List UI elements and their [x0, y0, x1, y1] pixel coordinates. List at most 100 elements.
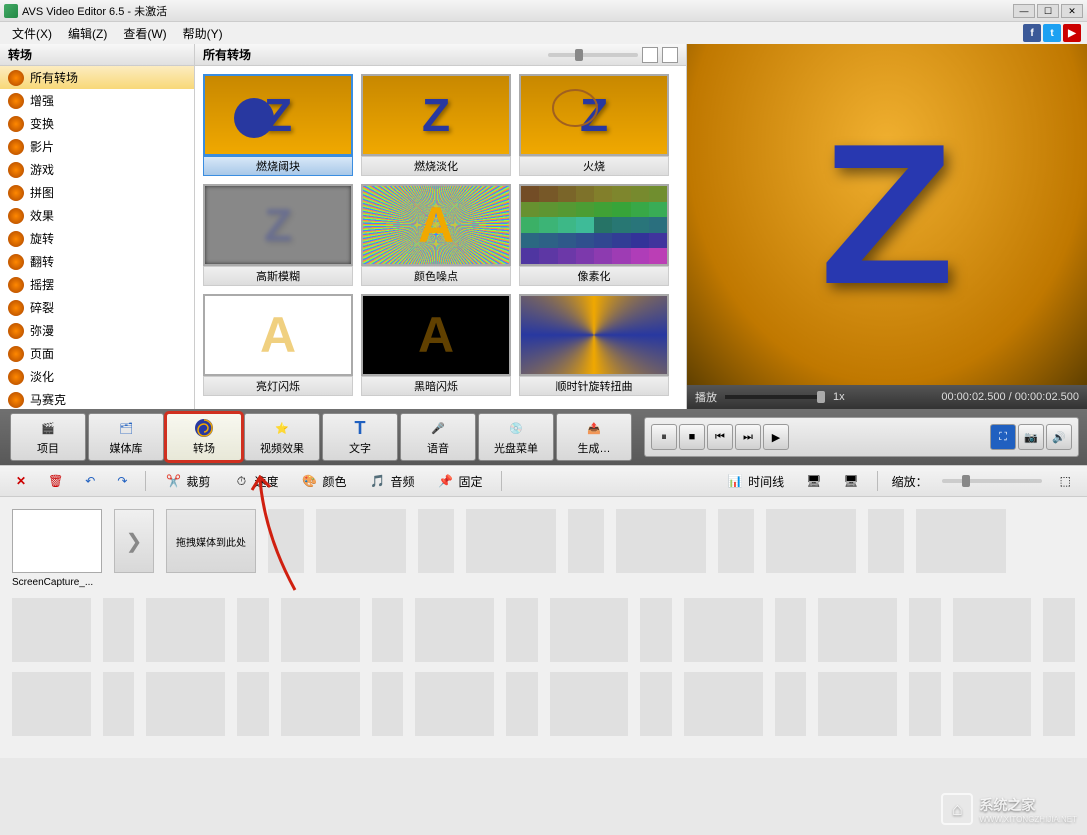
color-button[interactable]: 🎨颜色 — [296, 471, 350, 492]
view-mode-2[interactable]: 🖥 — [839, 472, 862, 490]
category-list[interactable]: 所有转场增强变换影片游戏拼图效果旋转翻转摇摆碎裂弥漫页面淡化马赛克 — [0, 66, 194, 409]
tab-text[interactable]: T 文字 — [322, 413, 398, 461]
stop-button[interactable]: ■ — [679, 424, 705, 450]
category-item[interactable]: 变换 — [0, 112, 194, 135]
speed-button[interactable]: ⏱速度 — [228, 471, 282, 492]
redo-button[interactable]: ↷ — [113, 472, 131, 490]
category-item[interactable]: 马赛克 — [0, 388, 194, 409]
placeholder — [684, 598, 763, 662]
clip-thumbnail[interactable] — [12, 509, 102, 573]
view-list-button[interactable] — [662, 47, 678, 63]
menu-help[interactable]: 帮助(Y) — [177, 23, 229, 44]
category-item[interactable]: 增强 — [0, 89, 194, 112]
transition-thumb[interactable]: Z高斯模糊 — [203, 184, 353, 286]
zoom-fit-button[interactable]: ⬚ — [1056, 472, 1075, 490]
undo-button[interactable]: ↶ — [81, 472, 99, 490]
menu-edit[interactable]: 编辑(Z) — [62, 23, 113, 44]
delete-button[interactable]: ✕ — [12, 472, 30, 490]
thumb-label: 颜色噪点 — [361, 266, 511, 286]
thumb-label: 顺时针旋转扭曲 — [519, 376, 669, 396]
thumb-preview: A — [203, 294, 353, 376]
zoom-slider[interactable] — [942, 479, 1042, 483]
transition-thumb[interactable]: 顺时针旋转扭曲 — [519, 294, 669, 396]
youtube-icon[interactable]: ▶ — [1063, 24, 1081, 42]
placeholder — [818, 598, 897, 662]
tab-voice[interactable]: 🎤 语音 — [400, 413, 476, 461]
category-item[interactable]: 摇摆 — [0, 273, 194, 296]
tab-library[interactable]: 🗂 媒体库 — [88, 413, 164, 461]
category-item[interactable]: 页面 — [0, 342, 194, 365]
category-item[interactable]: 淡化 — [0, 365, 194, 388]
category-item[interactable]: 翻转 — [0, 250, 194, 273]
placeholder — [418, 509, 454, 573]
snapshot-button[interactable]: 📷 — [1018, 424, 1044, 450]
crop-button[interactable]: ✂️裁剪 — [160, 471, 214, 492]
category-label: 弥漫 — [30, 322, 54, 339]
category-item[interactable]: 旋转 — [0, 227, 194, 250]
thumb-preview — [519, 294, 669, 376]
maximize-button[interactable]: ☐ — [1037, 4, 1059, 18]
star-icon: ⭐ — [270, 418, 294, 438]
tab-effects[interactable]: ⭐ 视频效果 — [244, 413, 320, 461]
category-item[interactable]: 游戏 — [0, 158, 194, 181]
audio-button[interactable]: 🎵音频 — [364, 471, 418, 492]
category-item[interactable]: 碎裂 — [0, 296, 194, 319]
minimize-button[interactable]: — — [1013, 4, 1035, 18]
fullscreen-button[interactable]: ⛶ — [990, 424, 1016, 450]
twitter-icon[interactable]: t — [1043, 24, 1061, 42]
menu-file[interactable]: 文件(X) — [6, 23, 58, 44]
close-button[interactable]: ✕ — [1061, 4, 1083, 18]
palette-icon: 🎨 — [300, 473, 318, 489]
thumb-label: 像素化 — [519, 266, 669, 286]
category-item[interactable]: 弥漫 — [0, 319, 194, 342]
drop-zone[interactable]: 拖拽媒体到此处 — [166, 509, 256, 573]
category-item[interactable]: 效果 — [0, 204, 194, 227]
main-toolbar: 🎬 项目 🗂 媒体库 转场 ⭐ 视频效果 T 文字 🎤 语音 💿 光盘菜单 📤 … — [0, 409, 1087, 465]
folder-icon — [8, 323, 24, 339]
tab-produce[interactable]: 📤 生成… — [556, 413, 632, 461]
category-item[interactable]: 所有转场 — [0, 66, 194, 89]
category-item[interactable]: 拼图 — [0, 181, 194, 204]
placeholder — [775, 598, 807, 662]
prev-button[interactable]: ⏮ — [707, 424, 733, 450]
category-item[interactable]: 影片 — [0, 135, 194, 158]
volume-button[interactable]: 🔊 — [1046, 424, 1072, 450]
menu-view[interactable]: 查看(W) — [117, 23, 172, 44]
tab-disc[interactable]: 💿 光盘菜单 — [478, 413, 554, 461]
speed-slider[interactable] — [725, 395, 825, 399]
delete-all-button[interactable]: 🗑 — [44, 472, 67, 490]
facebook-icon[interactable]: f — [1023, 24, 1041, 42]
next-button[interactable]: ⏭ — [735, 424, 761, 450]
folder-icon — [8, 277, 24, 293]
transition-thumb[interactable]: Z火烧 — [519, 74, 669, 176]
transition-thumb[interactable]: A颜色噪点 — [361, 184, 511, 286]
time-display: 00:00:02.500 / 00:00:02.500 — [941, 391, 1079, 403]
pause-button[interactable]: ⏸ — [651, 424, 677, 450]
transition-thumb[interactable]: Z燃烧阈块 — [203, 74, 353, 176]
lock-button[interactable]: 📌固定 — [432, 471, 486, 492]
thumb-size-slider[interactable] — [548, 53, 638, 57]
view-mode-1[interactable]: 🖥 — [802, 472, 825, 490]
transition-slot[interactable]: ❯ — [114, 509, 154, 573]
view-thumbnails-button[interactable] — [642, 47, 658, 63]
tab-project[interactable]: 🎬 项目 — [10, 413, 86, 461]
transition-thumb[interactable]: 像素化 — [519, 184, 669, 286]
timeline-view-button[interactable]: 📊时间线 — [722, 471, 788, 492]
transition-thumb[interactable]: A黑暗闪烁 — [361, 294, 511, 396]
folder-icon — [8, 70, 24, 86]
transition-thumb[interactable]: Z燃烧淡化 — [361, 74, 511, 176]
category-label: 摇摆 — [30, 276, 54, 293]
placeholder — [1043, 672, 1075, 736]
play-button[interactable]: ▶ — [763, 424, 789, 450]
transition-thumb[interactable]: A亮灯闪烁 — [203, 294, 353, 396]
spiral-icon — [192, 418, 216, 438]
placeholder — [568, 509, 604, 573]
pin-icon: 📌 — [436, 473, 454, 489]
thumb-label: 黑暗闪烁 — [361, 376, 511, 396]
preview-video[interactable]: Z — [687, 44, 1087, 385]
thumb-label: 高斯模糊 — [203, 266, 353, 286]
storyboard[interactable]: ScreenCapture_... ❯ 拖拽媒体到此处 — [0, 497, 1087, 758]
tab-transitions[interactable]: 转场 — [166, 413, 242, 461]
folder-icon — [8, 392, 24, 408]
transition-grid[interactable]: Z燃烧阈块Z燃烧淡化Z火烧Z高斯模糊A颜色噪点像素化A亮灯闪烁A黑暗闪烁顺时针旋… — [195, 66, 686, 409]
